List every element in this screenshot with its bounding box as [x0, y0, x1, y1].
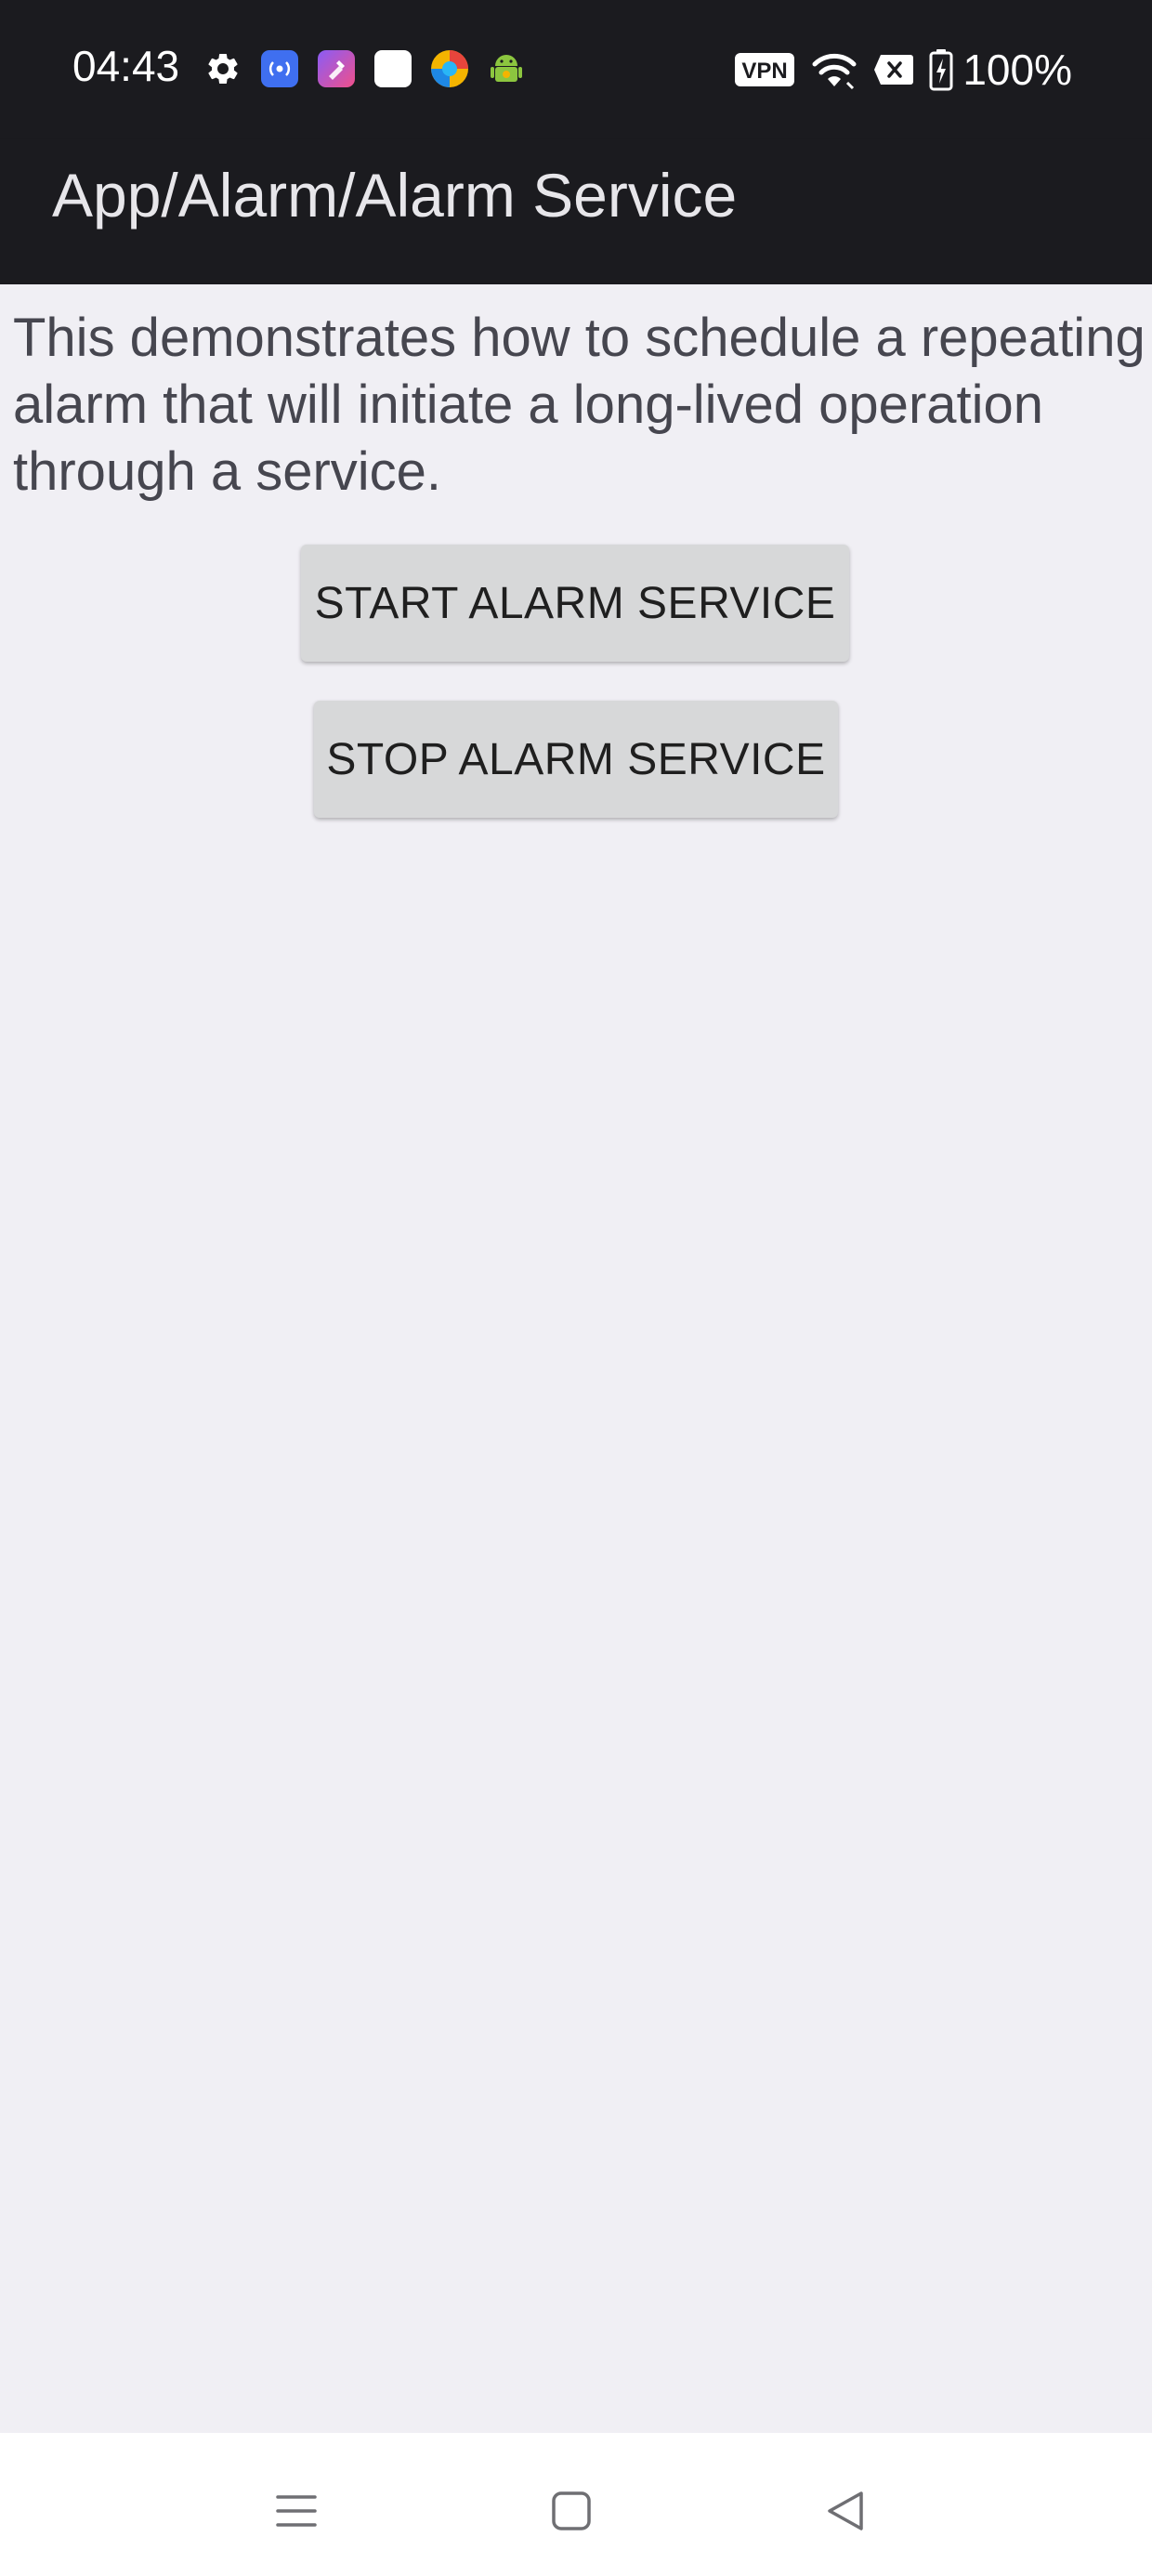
start-alarm-service-button[interactable]: START ALARM SERVICE: [301, 545, 849, 662]
notification-icons: [203, 48, 527, 89]
browser-app-icon: [429, 48, 470, 89]
page-title: App/Alarm/Alarm Service: [52, 161, 738, 230]
wifi-icon: [810, 49, 858, 90]
description-text: This demonstrates how to schedule a repe…: [13, 308, 1145, 502]
no-sim-icon: [873, 53, 914, 86]
recents-menu-icon[interactable]: [259, 2474, 334, 2548]
shortcut-app-icon: [316, 48, 357, 89]
status-bar: 04:43 VPN 100%: [0, 0, 1152, 139]
home-icon[interactable]: [534, 2474, 609, 2548]
vpn-icon: VPN: [734, 51, 795, 88]
battery-percentage: 100%: [962, 46, 1072, 94]
back-icon[interactable]: [808, 2474, 883, 2548]
navigation-bar: [0, 2433, 1152, 2576]
broadcast-app-icon: [259, 48, 300, 89]
stop-alarm-service-button[interactable]: STOP ALARM SERVICE: [314, 701, 838, 818]
status-time: 04:43: [72, 42, 180, 90]
settings-icon: [203, 48, 243, 89]
android-app-icon: [486, 48, 527, 89]
white-square-app-icon: [373, 48, 413, 89]
battery-charging-icon: [929, 48, 953, 91]
main-content: This demonstrates how to schedule a repe…: [0, 284, 1152, 2433]
system-status-icons: VPN 100%: [734, 46, 1072, 94]
svg-text:VPN: VPN: [742, 59, 788, 84]
